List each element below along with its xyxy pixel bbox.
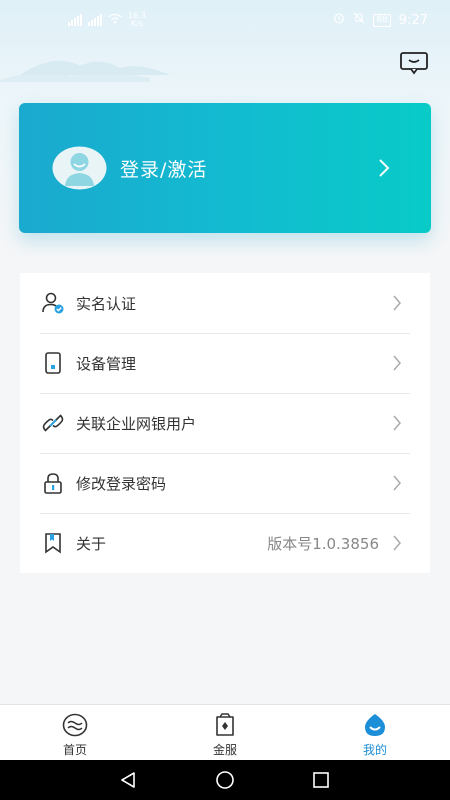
message-icon <box>400 52 428 75</box>
menu-item-label: 修改登录密码 <box>76 475 167 493</box>
battery-indicator: 88 <box>373 13 391 27</box>
menu-item-label: 关联企业网银用户 <box>76 415 197 433</box>
menu-item-label: 实名认证 <box>76 295 137 313</box>
mute-icon <box>353 12 365 28</box>
settings-menu: 实名认证 设备管理 关联企业网银用户 修改登录密码 关于 版本号1.0.3856 <box>20 273 430 573</box>
message-button[interactable] <box>398 50 430 76</box>
login-label: 登录/激活 <box>120 159 208 181</box>
nav-label: 金服 <box>212 743 237 757</box>
chevron-right-icon <box>393 415 401 431</box>
nav-finance[interactable]: 金服 <box>170 705 280 761</box>
chevron-right-icon <box>393 295 401 311</box>
user-verified-icon <box>42 292 64 314</box>
speed-unit: K/s <box>130 19 143 28</box>
menu-item-link-enterprise[interactable]: 关联企业网银用户 <box>20 393 430 453</box>
back-icon[interactable] <box>118 770 138 790</box>
clock: 9:27 <box>398 12 428 28</box>
system-nav-bar <box>0 760 450 800</box>
status-bar: 16.3 K/s 88 9:27 <box>0 0 450 42</box>
chevron-right-icon <box>393 535 401 551</box>
nav-label: 首页 <box>62 743 87 757</box>
bookmark-icon <box>45 533 61 554</box>
avatar-icon <box>52 146 107 190</box>
signal-icon <box>68 14 82 26</box>
menu-item-change-password[interactable]: 修改登录密码 <box>20 453 430 513</box>
network-speed: 16.3 K/s <box>128 12 146 28</box>
nav-label: 我的 <box>362 743 387 757</box>
login-card[interactable]: 登录/激活 <box>19 103 431 233</box>
menu-item-label: 关于 <box>76 535 107 553</box>
alarm-icon <box>333 12 345 28</box>
version-text: 版本号1.0.3856 <box>267 535 379 553</box>
chevron-right-icon <box>393 475 401 491</box>
signal-icon-2 <box>88 14 102 26</box>
nav-me[interactable]: 我的 <box>320 705 430 761</box>
menu-item-about[interactable]: 关于 版本号1.0.3856 <box>20 513 430 573</box>
chevron-right-icon <box>393 355 401 371</box>
nav-home[interactable]: 首页 <box>20 705 130 761</box>
home-icon <box>62 713 88 737</box>
status-right: 88 9:27 <box>333 12 428 28</box>
link-icon <box>42 414 64 432</box>
menu-item-real-name[interactable]: 实名认证 <box>20 273 430 333</box>
finance-icon <box>216 713 234 736</box>
status-left: 16.3 K/s <box>68 12 146 28</box>
lock-icon <box>44 473 62 494</box>
wifi-icon <box>108 13 122 27</box>
phone-device-icon <box>45 352 61 374</box>
bottom-nav: 首页 金服 我的 <box>0 704 450 760</box>
menu-item-device[interactable]: 设备管理 <box>20 333 430 393</box>
chevron-right-icon <box>379 159 390 177</box>
recents-icon[interactable] <box>311 770 331 790</box>
home-button-icon[interactable] <box>215 770 235 790</box>
me-icon <box>365 714 385 736</box>
menu-item-label: 设备管理 <box>76 355 137 373</box>
